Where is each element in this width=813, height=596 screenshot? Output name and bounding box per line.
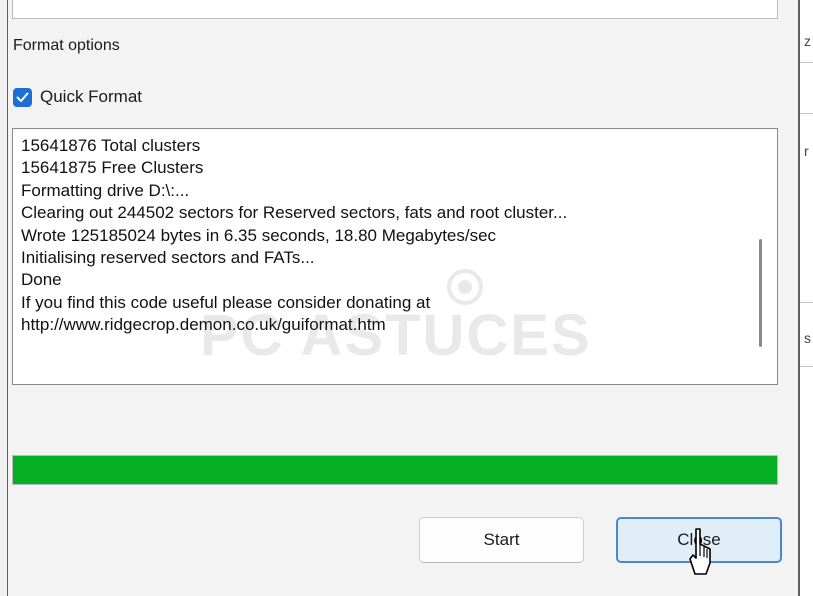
log-line: Clearing out 244502 sectors for Reserved… [21,203,568,223]
top-field [12,0,778,19]
log-line: Wrote 125185024 bytes in 6.35 seconds, 1… [21,225,497,245]
log-line: Formatting drive D:\:... [21,180,190,200]
progress-bar [12,455,778,485]
log-output[interactable]: 15641876 Total clusters 15641875 Free Clu… [12,128,778,385]
log-line: 15641876 Total clusters [21,136,201,155]
checkmark-icon [16,92,29,102]
window-left-edge [0,0,8,596]
log-line: http://www.ridgecrop.demon.co.uk/guiform… [21,315,386,335]
log-lines: 15641876 Total clusters 15641875 Free Clu… [21,135,567,337]
background-window: z r s [800,0,813,596]
log-line: Initialising reserved sectors and FATs..… [21,248,315,268]
format-options-label: Format options [13,37,120,54]
quick-format-label[interactable]: Quick Format [40,87,142,107]
log-line: 15641875 Free Clusters [21,158,204,178]
log-scrollbar[interactable] [759,239,762,347]
progress-fill [13,456,777,484]
log-line: If you find this code useful please cons… [21,292,431,312]
start-button[interactable]: Start [419,517,584,563]
pointer-cursor-icon [689,528,711,575]
log-line: Done [21,270,62,290]
quick-format-checkbox[interactable] [13,88,32,107]
